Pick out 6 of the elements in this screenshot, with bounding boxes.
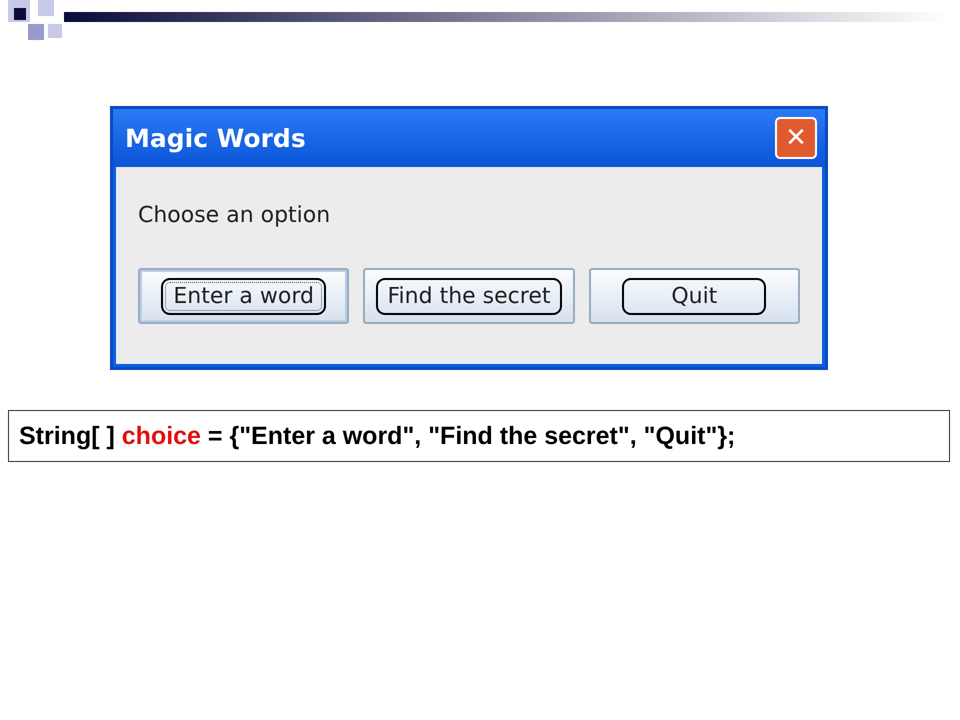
- close-button[interactable]: ✕: [775, 117, 817, 159]
- message-text: Choose an option: [138, 203, 332, 228]
- window-title: Magic Words: [125, 124, 306, 152]
- option-button[interactable]: Enter a word: [138, 268, 350, 324]
- option-button[interactable]: Quit: [588, 268, 800, 324]
- option-button[interactable]: Find the secret: [363, 268, 575, 324]
